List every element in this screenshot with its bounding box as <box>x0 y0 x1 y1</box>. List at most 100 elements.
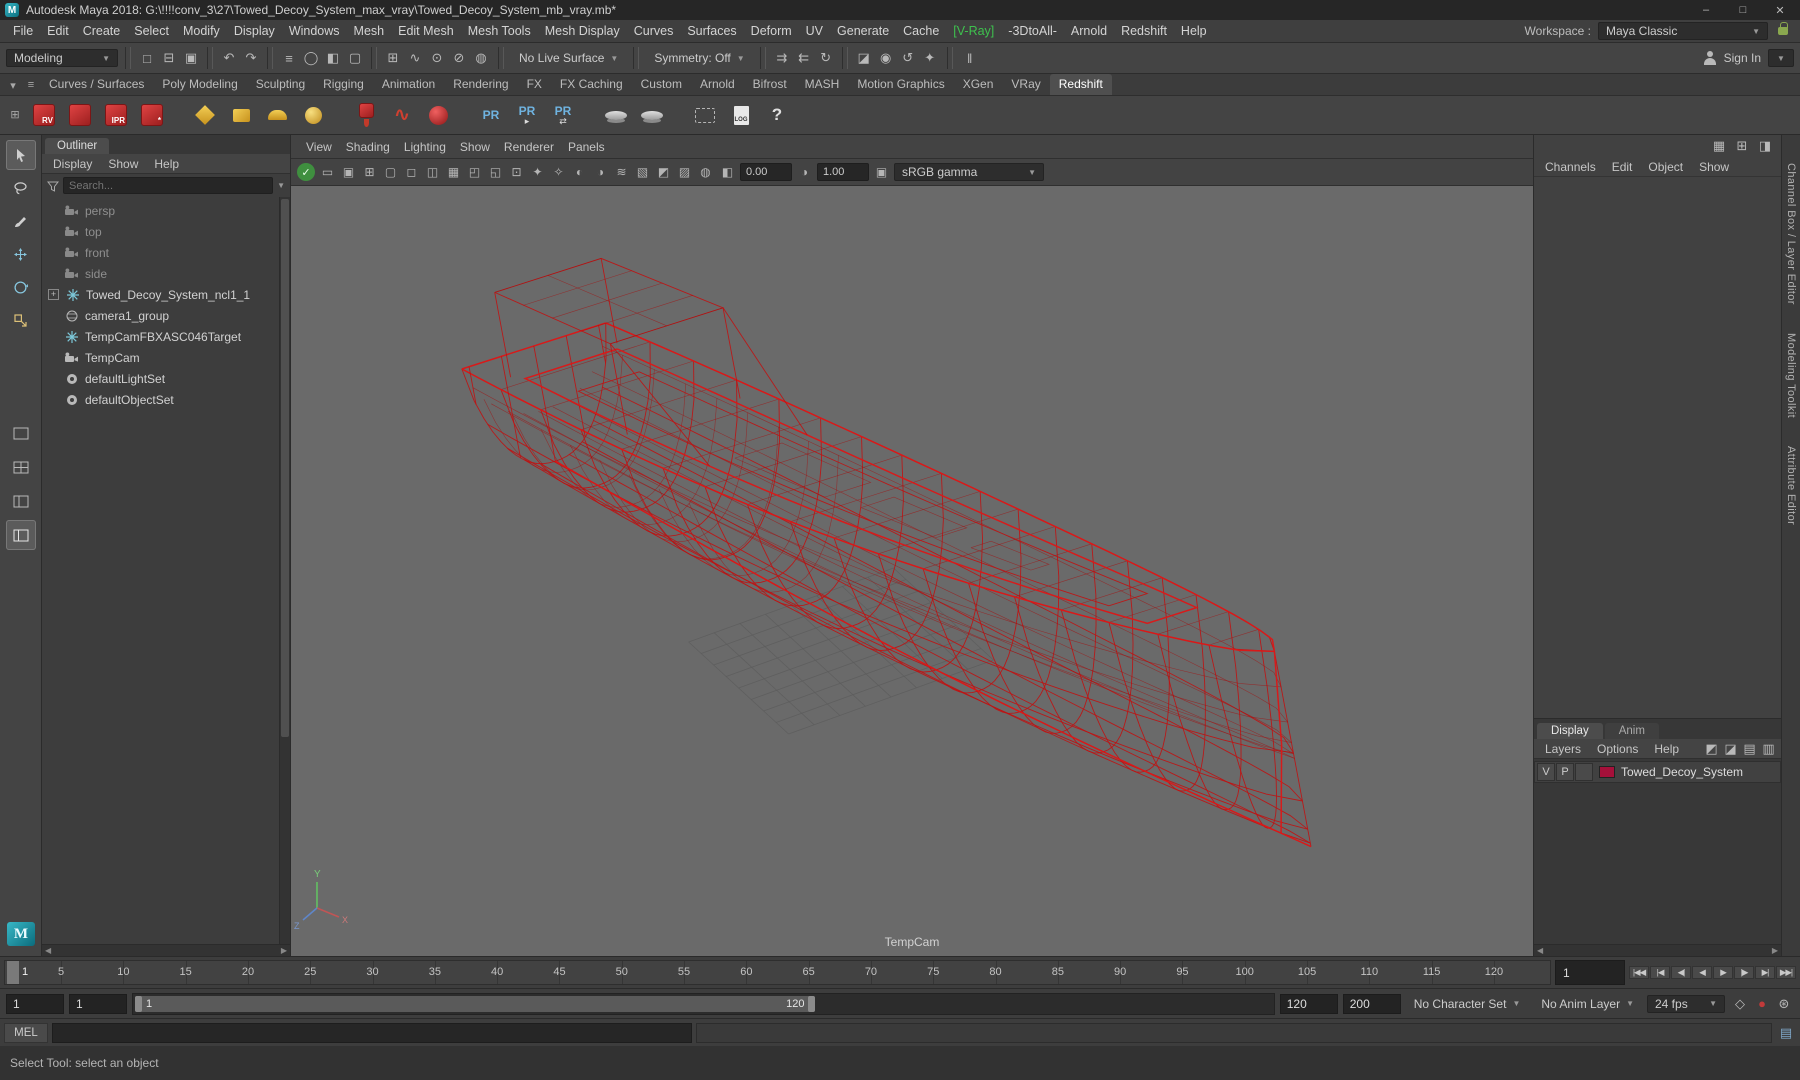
shelf-item-redshift-area-light[interactable] <box>225 99 257 131</box>
shelf-item-redshift-proxy-convert[interactable]: PR ⇄ <box>547 99 579 131</box>
play-forwards-button[interactable]: ▶ <box>1713 966 1733 979</box>
menu-edit-mesh[interactable]: Edit Mesh <box>391 21 461 41</box>
colorspace-dropdown[interactable]: sRGB gamma ▼ <box>894 163 1044 181</box>
shelf-tab-sculpting[interactable]: Sculpting <box>247 74 314 95</box>
shelf-tab-rendering[interactable]: Rendering <box>444 74 517 95</box>
shelf-item-redshift-ipr[interactable]: IPR <box>100 99 132 131</box>
shelf-tab-poly-modeling[interactable]: Poly Modeling <box>153 74 246 95</box>
outliner-item-towed-decoy-system-ncl1-1[interactable]: + Towed_Decoy_System_ncl1_1 <box>42 284 290 305</box>
timeline-playhead[interactable] <box>7 961 20 984</box>
playback-start-field[interactable]: 1 <box>69 993 127 1014</box>
select-by-hierarchy-icon[interactable]: ≡ <box>279 48 299 68</box>
animation-start-field[interactable]: 1 <box>6 993 64 1014</box>
viewport-menu-renderer[interactable]: Renderer <box>497 138 561 156</box>
auto-key-icon[interactable]: ● <box>1752 994 1772 1014</box>
timeline-ruler[interactable]: 5 10 15 20 25 30 35 40 45 50 55 60 65 70 75 80 85 90 95 100… <box>4 960 1551 985</box>
output-connections-icon[interactable]: ⇇ <box>794 48 814 68</box>
viewport-menu-shading[interactable]: Shading <box>339 138 397 156</box>
shelf-tab-curves-surfaces[interactable]: Curves / Surfaces <box>40 74 153 95</box>
play-backwards-button[interactable]: ◀ <box>1692 966 1712 979</box>
outliner-vertical-scrollbar[interactable] <box>279 197 290 944</box>
shelf-options-icon[interactable]: ⊞ <box>6 106 24 124</box>
menu-select[interactable]: Select <box>127 21 176 41</box>
chevron-down-icon[interactable]: ▼ <box>277 181 285 190</box>
shelf-menu-icon[interactable]: ≡ <box>22 76 40 94</box>
layer-playback-toggle[interactable]: P <box>1556 763 1574 781</box>
menu-mesh-display[interactable]: Mesh Display <box>538 21 627 41</box>
menu-modify[interactable]: Modify <box>176 21 227 41</box>
shelf-item-redshift-matte-plate[interactable] <box>600 99 632 131</box>
shelf-item-redshift-help[interactable]: ? <box>761 99 793 131</box>
layout-four-pane[interactable] <box>6 452 36 482</box>
playback-options-icon[interactable]: ◇ <box>1730 994 1750 1014</box>
go-to-start-button[interactable]: |◀◀ <box>1629 966 1649 979</box>
outliner-item-tempcam[interactable]: TempCam <box>42 347 290 368</box>
layer-editor-tab-anim[interactable]: Anim <box>1604 723 1659 739</box>
shelf-tab-vray[interactable]: VRay <box>1002 74 1049 95</box>
sign-in-dropdown[interactable]: ▼ <box>1768 49 1794 67</box>
range-slider-range[interactable]: 1 120 <box>135 995 816 1012</box>
rotate-tool[interactable] <box>6 272 36 302</box>
outliner-item-persp[interactable]: persp <box>42 200 290 221</box>
layer-editor-scrollbar[interactable]: ◀ ▶ <box>1534 944 1781 956</box>
sign-in-button[interactable]: Sign In <box>1724 51 1761 65</box>
render-settings-icon[interactable]: ✦ <box>920 48 940 68</box>
shelf-tab-custom[interactable]: Custom <box>632 74 691 95</box>
channel-menu-channels[interactable]: Channels <box>1538 158 1603 176</box>
shelf-item-redshift-render-view[interactable]: RV <box>28 99 60 131</box>
ambient-occlusion-icon[interactable]: ◑ <box>591 162 610 182</box>
shelf-item-redshift-proxy-export[interactable]: PR <box>475 99 507 131</box>
range-end-handle[interactable] <box>808 995 816 1012</box>
layout-outliner-persp[interactable] <box>5 520 36 550</box>
save-scene-icon[interactable]: ▣ <box>181 48 201 68</box>
menu-uv[interactable]: UV <box>799 21 830 41</box>
create-layer-assign-icon[interactable]: ▥ <box>1760 740 1777 757</box>
go-to-end-button[interactable]: ▶▶| <box>1776 966 1796 979</box>
ipr-render-icon[interactable]: ↺ <box>898 48 918 68</box>
isolate-select-icon[interactable]: ◩ <box>654 162 673 182</box>
menu-3dtoall[interactable]: -3DtoAll- <box>1001 21 1064 41</box>
menu-set-dropdown[interactable]: Modeling ▼ <box>6 49 118 67</box>
input-connections-icon[interactable]: ⇉ <box>772 48 792 68</box>
outliner-horizontal-scrollbar[interactable]: ◀ ▶ <box>42 944 290 956</box>
shelf-item-redshift-proxy-import[interactable]: PR ▸ <box>511 99 543 131</box>
channel-menu-show[interactable]: Show <box>1692 158 1736 176</box>
outliner-item-front[interactable]: front <box>42 242 290 263</box>
snap-to-grid-icon[interactable]: ⊞ <box>383 48 403 68</box>
channel-menu-object[interactable]: Object <box>1641 158 1690 176</box>
new-scene-icon[interactable]: □ <box>137 48 157 68</box>
workspace-dropdown[interactable]: Maya Classic ▼ <box>1598 22 1768 40</box>
layer-color-swatch[interactable] <box>1599 766 1615 778</box>
command-language-button[interactable]: MEL <box>4 1022 48 1043</box>
viewport-menu-view[interactable]: View <box>299 138 339 156</box>
open-scene-icon[interactable]: ⊟ <box>159 48 179 68</box>
menu-help[interactable]: Help <box>1174 21 1214 41</box>
layer-menu-layers[interactable]: Layers <box>1538 740 1588 758</box>
menu-mesh-tools[interactable]: Mesh Tools <box>461 21 538 41</box>
gamma-icon[interactable]: ◑ <box>795 162 814 182</box>
outliner-item-camera1-group[interactable]: camera1_group <box>42 305 290 326</box>
shelf-item-redshift-environment-sphere[interactable] <box>422 99 454 131</box>
menu-deform[interactable]: Deform <box>744 21 799 41</box>
current-time-field[interactable]: 1 <box>1555 960 1625 985</box>
shelf-item-redshift-physical-light[interactable] <box>189 99 221 131</box>
film-gate-icon[interactable]: ▢ <box>381 162 400 182</box>
shelf-tab-motion-graphics[interactable]: Motion Graphics <box>848 74 953 95</box>
exposure-icon[interactable]: ◧ <box>718 162 737 182</box>
shelf-tab-rigging[interactable]: Rigging <box>314 74 373 95</box>
create-empty-layer-icon[interactable]: ▤ <box>1741 740 1758 757</box>
make-live-icon[interactable]: ◍ <box>471 48 491 68</box>
command-feedback-area[interactable] <box>696 1022 1772 1043</box>
paint-select-tool[interactable] <box>6 206 36 236</box>
outliner-item-top[interactable]: top <box>42 221 290 242</box>
shelf-item-redshift-dome-light[interactable] <box>261 99 293 131</box>
viewport-canvas[interactable]: Y X Z TempCam <box>291 186 1533 956</box>
safe-action-icon[interactable]: ◰ <box>465 162 484 182</box>
side-tab-attribute-editor[interactable]: Attribute Editor <box>1785 446 1797 525</box>
shelf-tab-xgen[interactable]: XGen <box>954 74 1003 95</box>
color-management-icon[interactable]: ▣ <box>872 162 891 182</box>
layout-single-pane[interactable] <box>6 418 36 448</box>
wireframe-on-shaded-icon[interactable]: ◍ <box>696 162 715 182</box>
shelf-item-redshift-ies-light[interactable] <box>297 99 329 131</box>
camera-lock-icon[interactable]: ▣ <box>339 162 358 182</box>
